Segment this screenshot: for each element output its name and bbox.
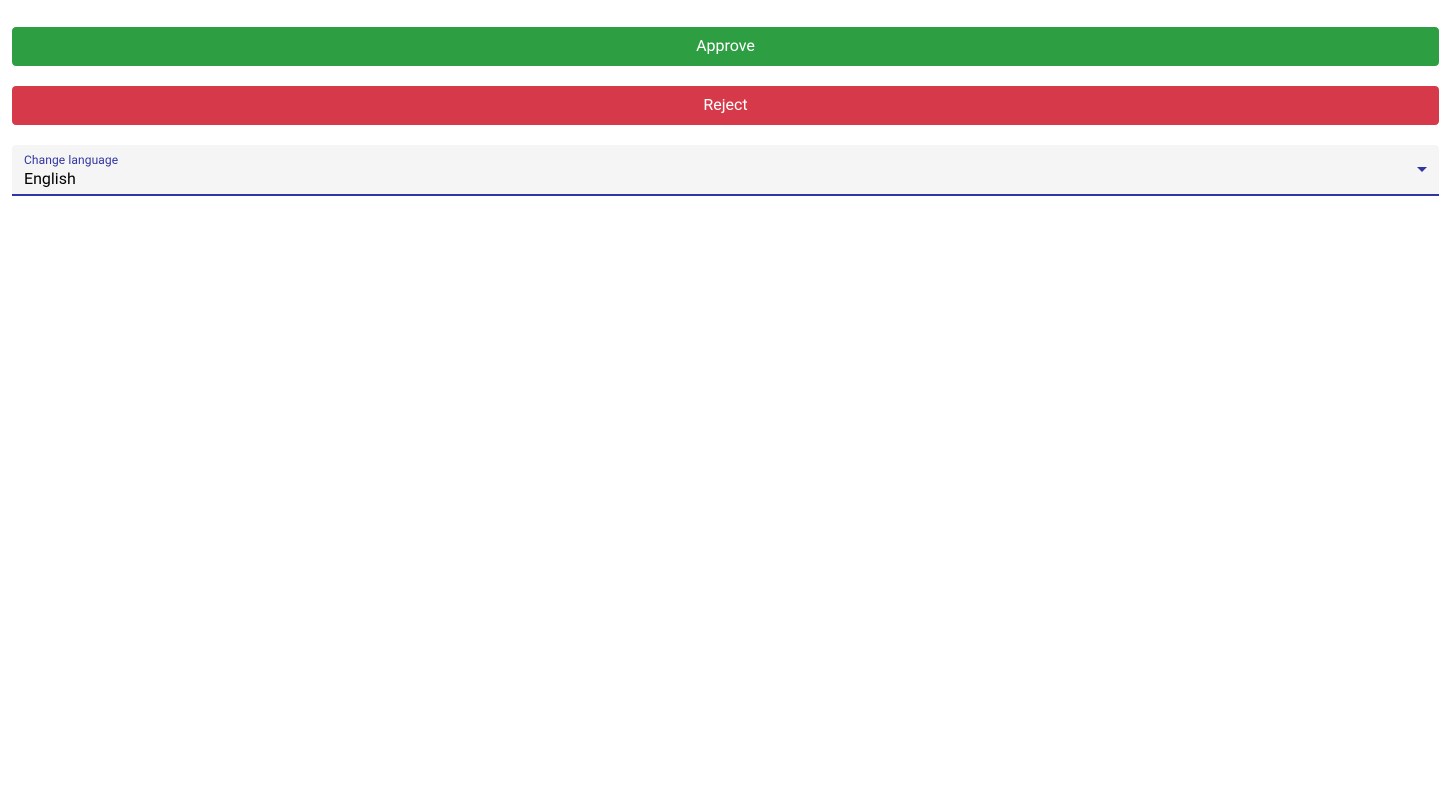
language-select-label: Change language	[24, 153, 1427, 167]
approve-button[interactable]: Approve	[12, 27, 1439, 66]
chevron-down-icon	[1417, 167, 1427, 172]
language-select[interactable]: Change language English	[12, 145, 1439, 196]
language-select-value: English	[24, 169, 76, 188]
reject-button[interactable]: Reject	[12, 86, 1439, 125]
